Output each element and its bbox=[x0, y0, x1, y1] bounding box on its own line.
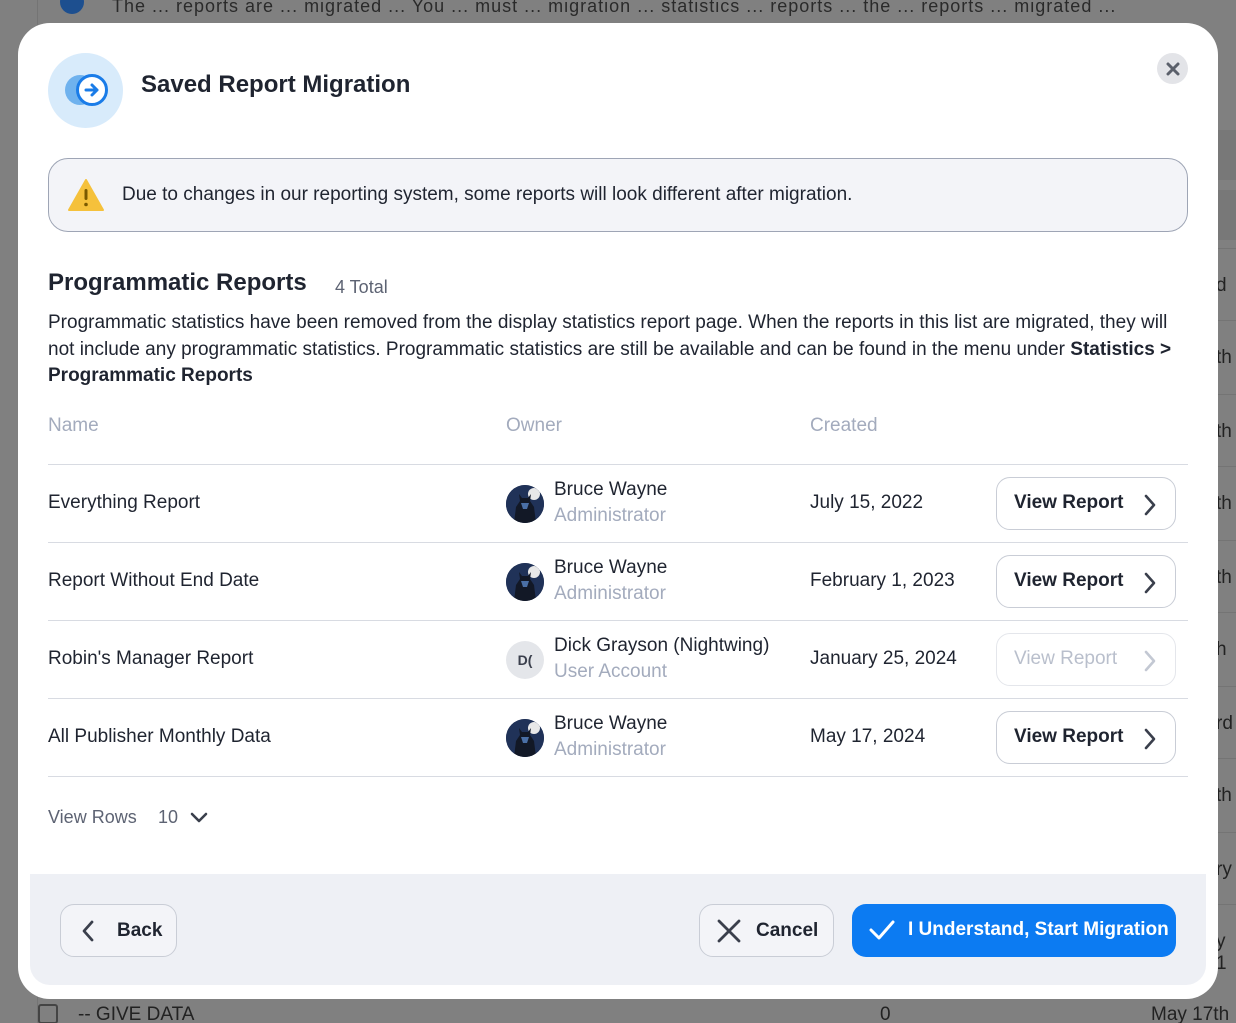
background-row-date: May 17th bbox=[1151, 1004, 1230, 1023]
background-cell: d bbox=[1218, 275, 1227, 296]
info-icon bbox=[60, 0, 84, 14]
back-label: Back bbox=[117, 920, 163, 941]
avatar: D( bbox=[506, 641, 544, 679]
background-cell: th bbox=[1218, 493, 1232, 514]
background-row-value: 0 bbox=[880, 1004, 891, 1023]
section-title: Programmatic Reports bbox=[48, 269, 307, 296]
table-row: Robin's Manager Report D( Dick Grayson (… bbox=[48, 621, 1188, 699]
menu-path-separator: > bbox=[1154, 338, 1172, 360]
modal-title: Saved Report Migration bbox=[141, 71, 411, 98]
rows-per-page-select[interactable]: 10 bbox=[158, 807, 178, 828]
view-report-label: View Report bbox=[1014, 570, 1124, 591]
table-row: All Publisher Monthly Data Bruce Wayne A… bbox=[48, 699, 1188, 777]
warning-text: Due to changes in our reporting system, … bbox=[122, 184, 853, 205]
batman-avatar-icon bbox=[506, 719, 544, 757]
background-banner-text: The ... reports are ... migrated ... You… bbox=[112, 0, 1117, 16]
chevron-down-icon[interactable] bbox=[189, 811, 209, 825]
column-header-name: Name bbox=[48, 415, 99, 436]
start-migration-button[interactable]: I Understand, Start Migration bbox=[852, 904, 1176, 957]
migration-modal: Saved Report Migration Due to changes in… bbox=[18, 23, 1218, 999]
batman-avatar-icon bbox=[506, 485, 544, 523]
report-name: Report Without End Date bbox=[48, 570, 260, 591]
chevron-right-icon bbox=[1144, 494, 1156, 516]
owner-name: Dick Grayson (Nightwing) bbox=[554, 635, 770, 656]
warning-notice: Due to changes in our reporting system, … bbox=[48, 158, 1188, 232]
cancel-label: Cancel bbox=[756, 920, 819, 941]
table-row: Everything Report Bruce Wayne Administra… bbox=[48, 465, 1188, 543]
row-checkbox bbox=[38, 1004, 58, 1023]
start-migration-label: I Understand, Start Migration bbox=[908, 919, 1169, 940]
background-cell: th bbox=[1218, 347, 1232, 368]
reports-table: Name Owner Created Everything Report Bru… bbox=[48, 408, 1188, 777]
view-report-button[interactable]: View Report bbox=[996, 711, 1176, 764]
owner-name: Bruce Wayne bbox=[554, 479, 668, 500]
owner-name: Bruce Wayne bbox=[554, 557, 668, 578]
avatar bbox=[506, 563, 544, 601]
close-button[interactable] bbox=[1157, 53, 1188, 84]
created-date: February 1, 2023 bbox=[810, 570, 955, 591]
view-report-label: View Report bbox=[1014, 648, 1118, 669]
chevron-right-icon bbox=[1144, 650, 1156, 672]
cancel-button[interactable]: Cancel bbox=[699, 904, 834, 957]
rows-per-page: View Rows 10 bbox=[48, 807, 208, 828]
background-cell: th bbox=[1218, 785, 1232, 806]
checkmark-icon bbox=[869, 920, 895, 940]
avatar bbox=[506, 719, 544, 757]
view-report-label: View Report bbox=[1014, 492, 1124, 513]
close-icon bbox=[1166, 62, 1179, 75]
batman-avatar-icon bbox=[506, 563, 544, 601]
background-cell: h bbox=[1218, 639, 1227, 660]
view-report-button[interactable]: View Report bbox=[996, 555, 1176, 608]
modal-footer: Back Cancel I Understand, Start Migratio… bbox=[30, 874, 1206, 985]
report-count: 4 Total bbox=[335, 277, 388, 297]
close-icon bbox=[717, 919, 741, 943]
owner-role: User Account bbox=[554, 661, 667, 682]
report-name: All Publisher Monthly Data bbox=[48, 726, 271, 747]
warning-icon bbox=[68, 179, 104, 211]
chevron-right-icon bbox=[1144, 572, 1156, 594]
menu-path-statistics: Statistics bbox=[1070, 338, 1155, 360]
background-table-row: -- GIVE DATA 0 May 17th bbox=[0, 1000, 1236, 1023]
background-cell: rd bbox=[1218, 713, 1233, 734]
migration-arrow-icon bbox=[48, 53, 123, 128]
background-row-name: -- GIVE DATA bbox=[78, 1004, 195, 1023]
background-cell: y 1 bbox=[1218, 931, 1227, 974]
rows-per-page-label: View Rows bbox=[48, 807, 137, 827]
section-description: Programmatic statistics have been remove… bbox=[48, 310, 1198, 390]
chevron-right-icon bbox=[1144, 728, 1156, 750]
column-header-owner: Owner bbox=[506, 415, 562, 436]
report-name: Robin's Manager Report bbox=[48, 648, 254, 669]
column-header-created: Created bbox=[810, 415, 878, 436]
table-row: Report Without End Date Bruce Wayne Admi… bbox=[48, 543, 1188, 621]
owner-name: Bruce Wayne bbox=[554, 713, 668, 734]
chevron-left-icon bbox=[82, 920, 94, 942]
owner-role: Administrator bbox=[554, 583, 666, 604]
modal-header: Saved Report Migration bbox=[48, 53, 1188, 129]
report-name: Everything Report bbox=[48, 492, 201, 513]
created-date: May 17, 2024 bbox=[810, 726, 926, 747]
created-date: January 25, 2024 bbox=[810, 648, 957, 669]
background-cell: th bbox=[1218, 421, 1232, 442]
background-cell: th bbox=[1218, 567, 1232, 588]
owner-role: Administrator bbox=[554, 505, 666, 526]
background-banner: The ... reports are ... migrated ... You… bbox=[56, 0, 1236, 24]
view-report-label: View Report bbox=[1014, 726, 1124, 747]
view-report-button-disabled: View Report bbox=[996, 633, 1176, 686]
background-cell: ry bbox=[1218, 859, 1232, 880]
table-header: Name Owner Created bbox=[48, 408, 1188, 465]
owner-role: Administrator bbox=[554, 739, 666, 760]
avatar bbox=[506, 485, 544, 523]
background-table-edge: d th th th th h rd th ry y 1 bbox=[1218, 0, 1236, 1023]
created-date: July 15, 2022 bbox=[810, 492, 924, 513]
description-text: Programmatic statistics have been remove… bbox=[48, 312, 1168, 360]
back-button[interactable]: Back bbox=[60, 904, 177, 957]
view-report-button[interactable]: View Report bbox=[996, 477, 1176, 530]
menu-path-programmatic-reports: Programmatic Reports bbox=[48, 365, 253, 386]
